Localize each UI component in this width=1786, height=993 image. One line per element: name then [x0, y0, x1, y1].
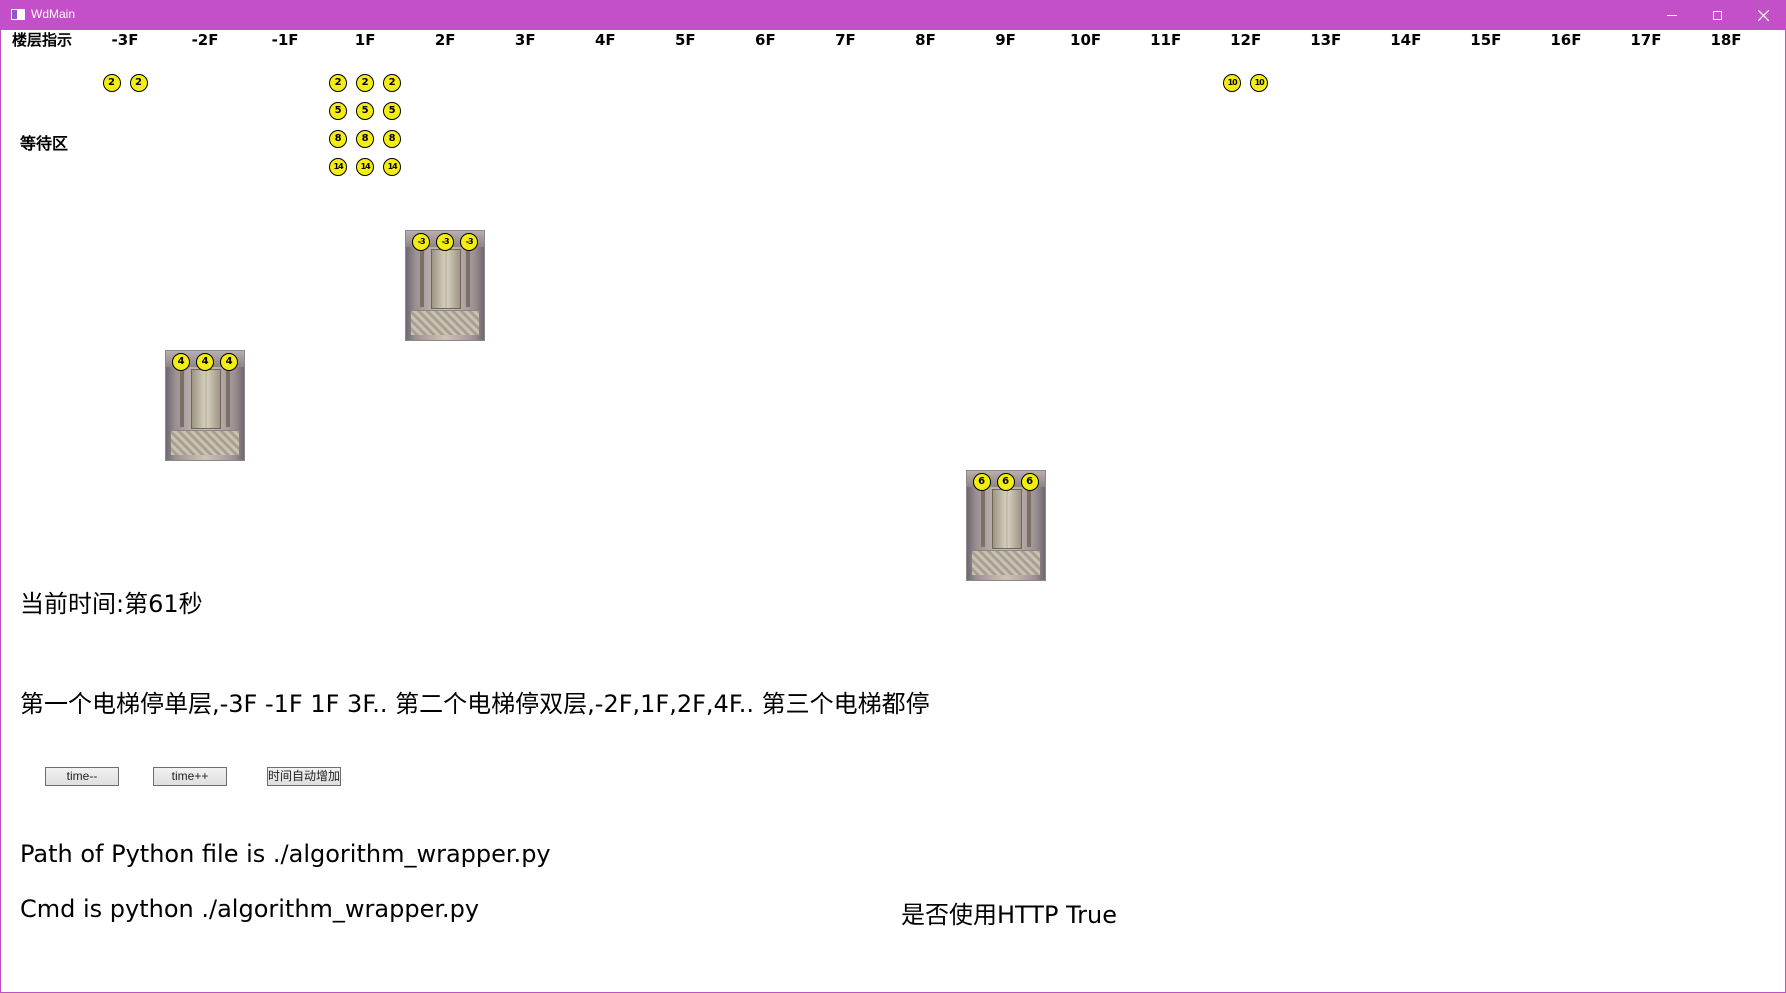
passenger-badge: 5 — [329, 102, 348, 120]
passenger-badge: 4 — [220, 353, 239, 371]
window-title: WdMain — [31, 7, 76, 21]
waiting-area-label: 等待区 — [20, 134, 69, 153]
passenger-badge: 2 — [356, 74, 375, 92]
floor-label-11F: 11F — [1150, 31, 1182, 49]
cmd-text: Cmd is python ./algorithm_wrapper.py — [20, 895, 480, 923]
floor-label-5F: 5F — [675, 31, 696, 49]
time-decrement-button[interactable]: time-- — [45, 767, 119, 786]
passenger-badge: 10 — [1250, 74, 1269, 92]
close-button[interactable] — [1740, 0, 1786, 30]
elevator-rules-text: 第一个电梯停单层,-3F -1F 1F 3F.. 第二个电梯停双层,-2F,1F… — [20, 690, 930, 718]
elevator-passengers: 666 — [967, 473, 1045, 491]
floor-label-17F: 17F — [1630, 31, 1662, 49]
passenger-badge: 6 — [996, 473, 1015, 491]
floor-indicator-label: 楼层指示 — [12, 31, 73, 49]
minimize-icon — [1667, 14, 1677, 16]
title-bar[interactable]: WdMain — [1, 0, 1786, 30]
elevator-rail — [466, 251, 471, 307]
elevator-door — [431, 249, 462, 309]
minimize-button[interactable] — [1649, 0, 1695, 30]
floor-label--3F: -3F — [111, 31, 139, 49]
passenger-badge: 14 — [383, 158, 402, 176]
elevator-door — [191, 369, 222, 429]
elevator-3: 666 — [965, 470, 1046, 581]
floor-label-3F: 3F — [514, 31, 536, 49]
passenger-badge: 6 — [1020, 473, 1039, 491]
passenger-badge: 2 — [329, 74, 348, 92]
floor-label-2F: 2F — [434, 31, 456, 49]
maximize-button[interactable] — [1694, 0, 1740, 30]
elevator-rail — [180, 371, 185, 427]
elevator-rail — [420, 251, 425, 307]
passenger-badge: 2 — [102, 74, 121, 92]
floor-label-9F: 9F — [995, 31, 1016, 49]
close-icon — [1757, 9, 1769, 21]
passenger-badge: 4 — [172, 353, 191, 371]
passenger-badge: 10 — [1223, 74, 1242, 92]
floor-label-14F: 14F — [1390, 31, 1422, 49]
passenger-badge: 8 — [383, 130, 402, 148]
floor-label-16F: 16F — [1550, 31, 1582, 49]
elevator-floor — [171, 430, 240, 455]
python-path-text: Path of Python file is ./algorithm_wrapp… — [20, 840, 551, 868]
passenger-badge: 4 — [196, 353, 215, 371]
elevator-1: -3 -3 -3 — [405, 230, 486, 341]
passenger-badge: 8 — [356, 130, 375, 148]
passenger-badge: 6 — [972, 473, 991, 491]
floor-label-1F: 1F — [354, 31, 376, 49]
floor-label-18F: 18F — [1710, 31, 1742, 49]
passenger-badge: 5 — [383, 102, 402, 120]
floor-label-15F: 15F — [1470, 31, 1502, 49]
floor-label-10F: 10F — [1070, 31, 1102, 49]
time-increment-button[interactable]: time++ — [153, 767, 227, 786]
elevator-floor — [411, 310, 480, 335]
elevator-2: 444 — [165, 350, 246, 461]
floor-label-12F: 12F — [1230, 31, 1262, 49]
passenger-badge: 14 — [329, 158, 348, 176]
passenger-badge: 5 — [356, 102, 375, 120]
floor-label--2F: -2F — [191, 31, 219, 49]
passenger-badge: 2 — [383, 74, 402, 92]
current-time-text: 当前时间:第61秒 — [20, 590, 203, 618]
floor-label-8F: 8F — [915, 31, 936, 49]
floor-label--1F: -1F — [271, 31, 299, 49]
floor-label-13F: 13F — [1310, 31, 1342, 49]
passenger-badge: 14 — [356, 158, 375, 176]
http-status-text: 是否使用HTTP True — [901, 901, 1118, 929]
main-window: WdMain 楼层指示 -3F -2F -1F 1F 2F 3F 4F 5F 6F 7F 8F 9F 1… — [0, 0, 1786, 993]
elevator-passengers: 444 — [166, 353, 244, 371]
maximize-icon — [1712, 10, 1722, 20]
auto-time-button[interactable]: 时间自动增加 — [267, 767, 341, 786]
passenger-badge: -3 — [436, 233, 455, 251]
floor-label-7F: 7F — [835, 31, 856, 49]
elevator-passengers: -3 -3 -3 — [406, 233, 484, 251]
passenger-badge: 8 — [329, 130, 348, 148]
passenger-badge: -3 — [412, 233, 431, 251]
elevator-rail — [1026, 491, 1031, 547]
passenger-badge: -3 — [460, 233, 479, 251]
elevator-door — [991, 489, 1022, 549]
elevator-rail — [980, 491, 985, 547]
app-icon — [11, 9, 25, 20]
floor-label-6F: 6F — [755, 31, 776, 49]
floor-label-4F: 4F — [594, 31, 616, 49]
elevator-rail — [226, 371, 231, 427]
elevator-floor — [971, 550, 1040, 575]
passenger-badge: 2 — [129, 74, 148, 92]
